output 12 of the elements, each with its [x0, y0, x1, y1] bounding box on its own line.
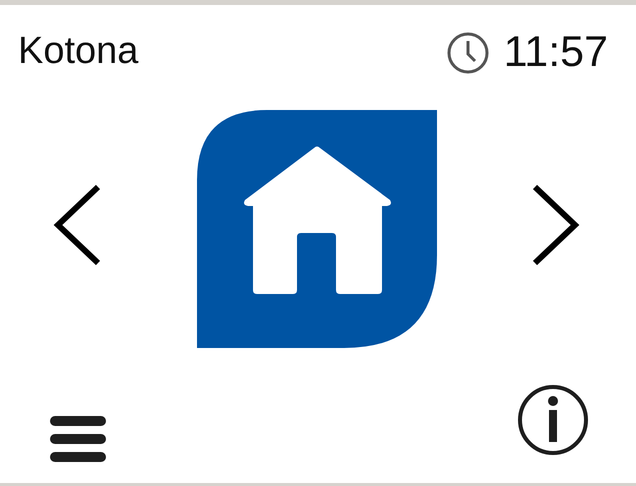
previous-button[interactable] — [52, 184, 102, 266]
info-icon — [517, 384, 589, 456]
clock-time: 11:57 — [504, 31, 608, 74]
menu-icon — [50, 416, 106, 462]
chevron-right-icon — [531, 184, 581, 266]
info-button[interactable] — [517, 384, 589, 456]
next-button[interactable] — [531, 184, 581, 266]
clock-icon — [446, 30, 490, 74]
home-logo-icon[interactable] — [196, 110, 436, 348]
chevron-left-icon — [52, 184, 102, 266]
screen-title: Kotona — [18, 32, 138, 70]
menu-button[interactable] — [50, 416, 106, 462]
